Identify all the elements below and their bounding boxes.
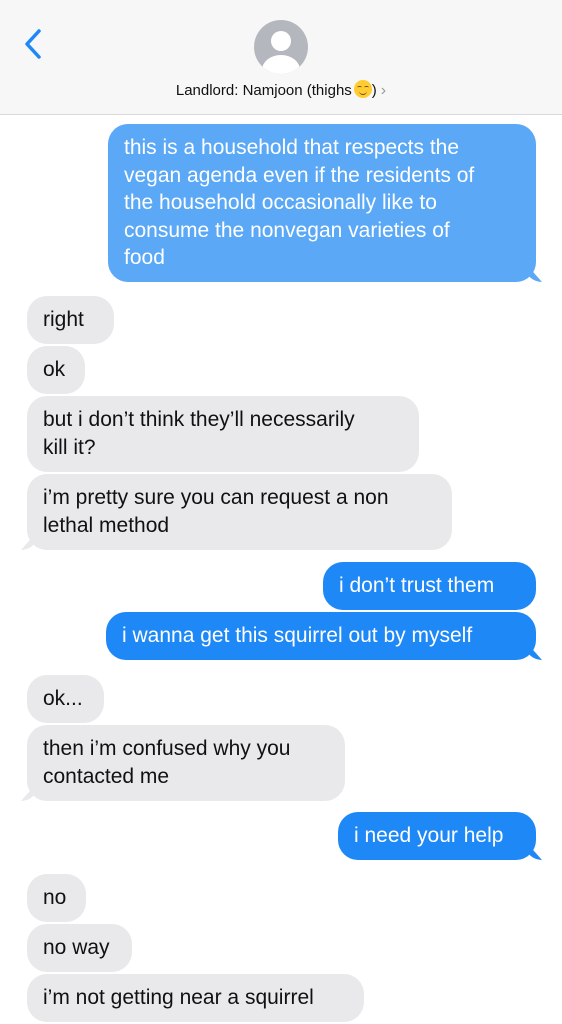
message-bubble-received[interactable]: no way [27, 924, 132, 972]
conversation-header: Landlord: Namjoon (thighs) › [0, 0, 562, 115]
message-line: i don’t trust them [339, 574, 495, 597]
message-line: contacted me [43, 764, 170, 788]
person-silhouette-icon [262, 31, 300, 74]
message-line: the household occasionally like to [124, 191, 437, 214]
contact-name-end: ) [371, 82, 377, 99]
message-line: lethal method [43, 513, 170, 537]
message-line: i’m pretty sure you can request a non [43, 486, 389, 509]
chevron-left-icon [25, 29, 41, 59]
message-line: i wanna get this squirrel out by myself [122, 624, 473, 647]
message-bubble-received[interactable]: i’m not getting near a squirrel [27, 974, 364, 1022]
message-line: but i don’t think they’ll necessarily [43, 408, 355, 431]
message-bubble-received[interactable]: no [27, 874, 86, 922]
message-line: ok [43, 358, 66, 381]
message-line: consume the nonvegan varieties of [124, 218, 450, 242]
message-line: food [124, 246, 165, 269]
message-line: vegan agenda even if the residents of [124, 163, 475, 187]
message-bubble-sent[interactable]: this is a household that respects the ve… [108, 124, 536, 282]
relieved-face-emoji-icon [353, 80, 372, 98]
message-bubble-sent[interactable]: i need your help [338, 812, 536, 860]
message-line: ok... [43, 687, 83, 710]
message-line: then i’m confused why you [43, 737, 291, 760]
message-bubble-received[interactable]: ok [27, 346, 85, 394]
message-line: this is a household that respects the [124, 136, 460, 159]
message-bubble-received[interactable]: i’m pretty sure you can request a non le… [27, 474, 452, 550]
contact-name[interactable]: Landlord: Namjoon (thighs) › [0, 80, 562, 100]
message-line: no [43, 886, 67, 909]
avatar[interactable] [254, 20, 308, 74]
contact-name-text: Landlord: Namjoon (thighs [175, 82, 352, 99]
back-button[interactable] [16, 24, 50, 64]
message-bubble-received[interactable]: then i’m confused why you contacted me [27, 725, 345, 801]
message-line: i need your help [354, 824, 504, 847]
message-bubble-sent[interactable]: i don’t trust them [323, 562, 536, 610]
message-bubble-received[interactable]: right [27, 296, 114, 344]
message-bubble-received[interactable]: ok... [27, 675, 104, 723]
chevron-right-icon: › [380, 82, 387, 99]
message-bubble-received[interactable]: but i don’t think they’ll necessarily ki… [27, 396, 419, 472]
message-line: no way [43, 936, 110, 959]
message-line: right [43, 308, 84, 331]
message-line: i’m not getting near a squirrel [43, 986, 314, 1009]
message-bubble-sent[interactable]: i wanna get this squirrel out by myself [106, 612, 536, 660]
message-line: kill it? [43, 435, 96, 459]
